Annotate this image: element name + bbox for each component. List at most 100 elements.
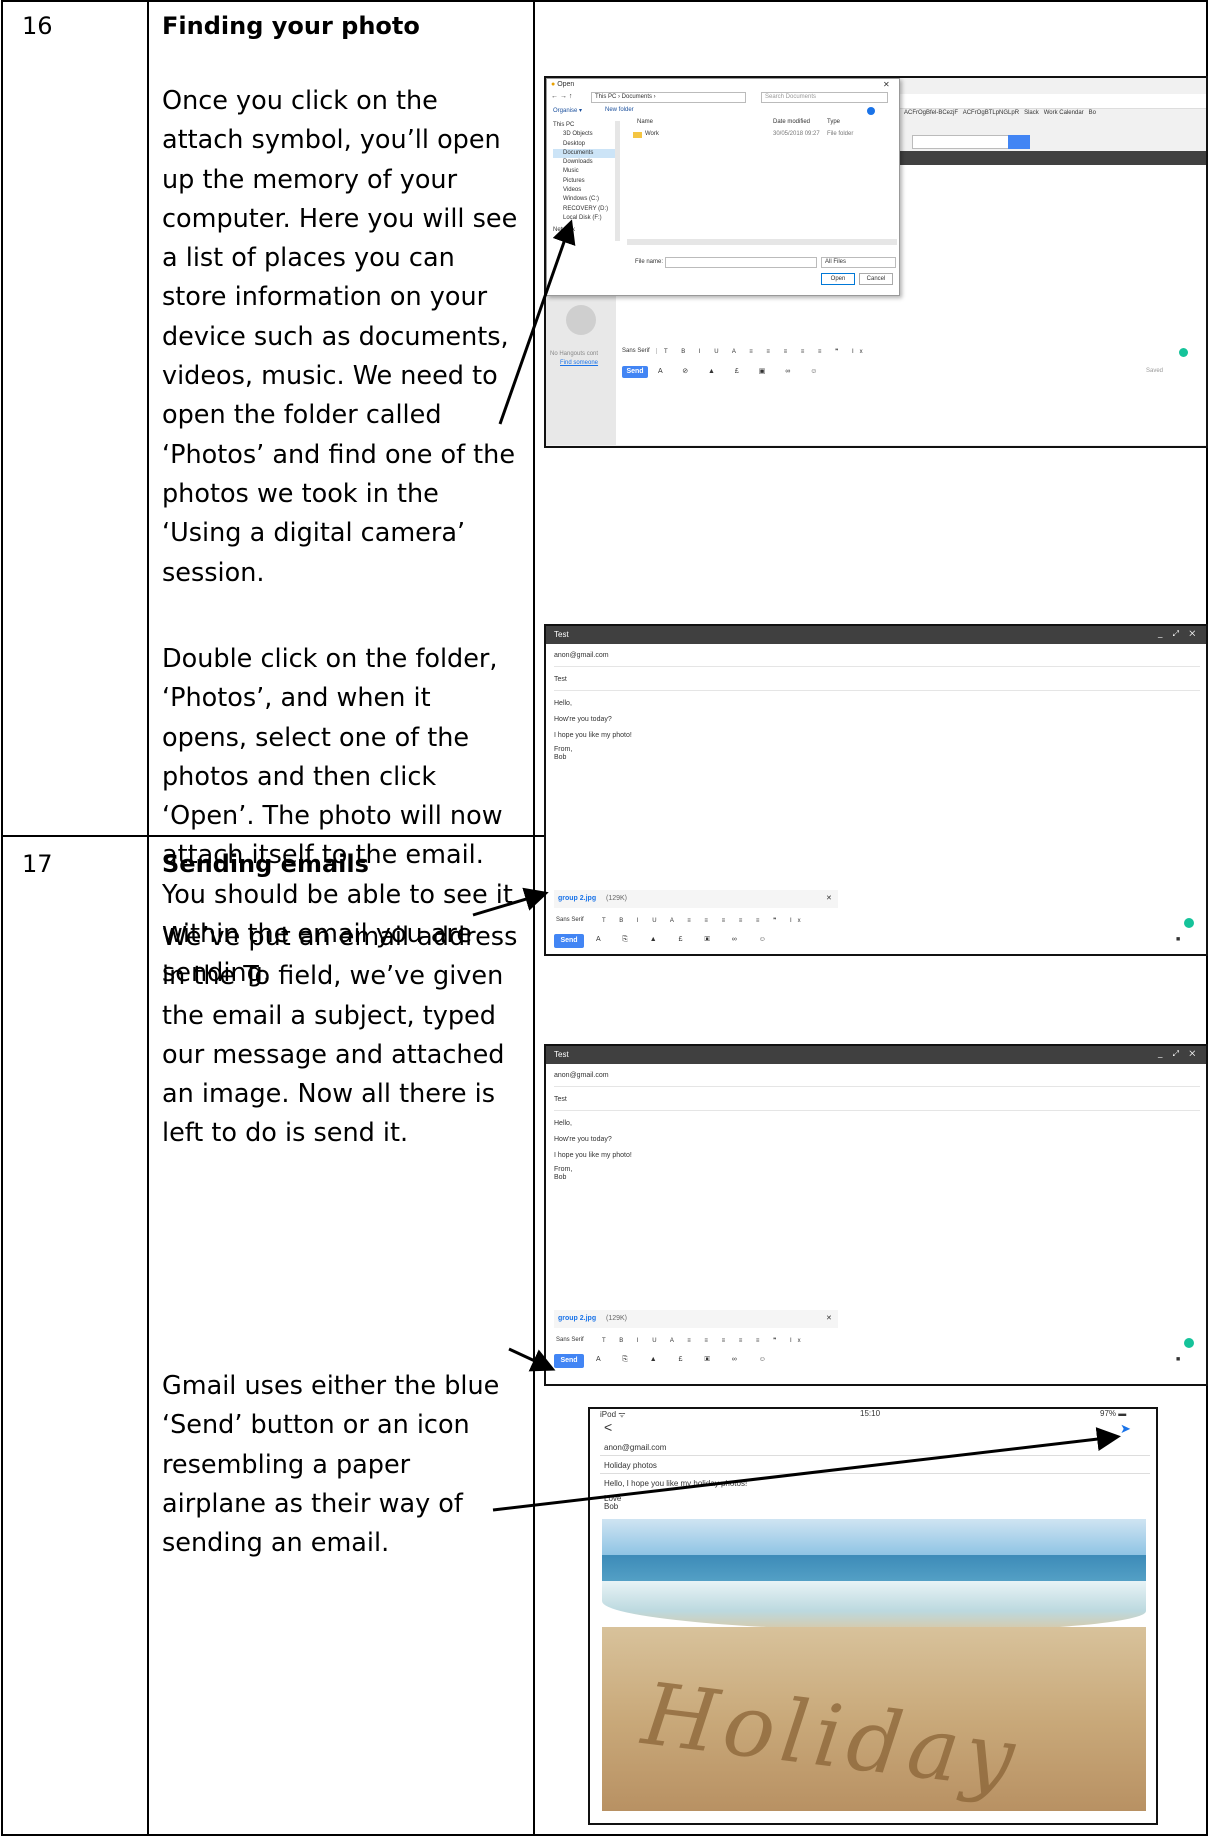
- to-field: anon@gmail.com: [604, 1443, 667, 1452]
- send-button: Send: [554, 934, 584, 948]
- new-folder-button: New folder: [605, 107, 634, 113]
- compose-titlebar: Test _ ⤢ ✕: [546, 626, 1206, 644]
- close-icon: ✕: [883, 80, 890, 89]
- font-menu: Sans Serif: [622, 348, 657, 354]
- search-mail-box: [912, 135, 1010, 149]
- file-type-filter: All Files: [821, 257, 896, 268]
- send-airplane-icon: ➤: [1120, 1421, 1131, 1436]
- step-number: 17: [22, 850, 53, 878]
- column-header-type: Type: [827, 119, 841, 125]
- attachment-size: (129K): [606, 895, 628, 902]
- col-divider-2: [533, 0, 535, 1836]
- tree-item: Downloads: [563, 159, 593, 166]
- message-body: Hello, How're you today? I hope you like…: [554, 1120, 632, 1181]
- hangouts-icon: [566, 305, 596, 335]
- subject-field: Test: [554, 1096, 567, 1103]
- instruction-paragraph: We’ve put an email address in the To fie…: [162, 922, 518, 1149]
- format-toolbar: T B I U A ≡ ≡ ≡ ≡ ≡ ❞ Ix: [602, 1338, 807, 1344]
- tree-item: Desktop: [563, 140, 586, 147]
- tree-item-selected: Documents: [553, 148, 615, 159]
- tree-item: Music: [563, 168, 579, 175]
- tree-item: Network: [553, 227, 576, 234]
- instruction-paragraph: Gmail uses either the blue ‘Send’ button…: [162, 1371, 500, 1559]
- subject-field: Holiday photos: [604, 1461, 657, 1470]
- h-scrollbar: [627, 239, 897, 245]
- table-border-top: [1, 0, 1208, 2]
- compose-titlebar: Test _ ⤢ ✕: [546, 1046, 1206, 1064]
- trash-icon: ■: [1176, 936, 1181, 943]
- instruction-paragraph: Once you click on the attach symbol, you…: [162, 86, 518, 588]
- attachment-chip: group 2.jpg (129K) ✕: [554, 890, 838, 908]
- send-button: Send: [554, 1354, 584, 1368]
- message-body: Hello, I hope you like my holiday photos…: [604, 1479, 748, 1488]
- window-controls: _ ⤢ ✕: [1158, 1049, 1200, 1058]
- hangouts-text: No Hangouts cont: [550, 351, 599, 357]
- organise-menu: Organise ▾: [553, 108, 583, 114]
- mobile-compose-screenshot: iPod ᯤ 15:10 97% ▬ < ➤ anon@gmail.com Ho…: [588, 1407, 1158, 1825]
- message-body: Hello, How're you today? I hope you like…: [554, 700, 632, 761]
- cancel-button: Cancel: [859, 273, 893, 285]
- dialog-title: ● Open: [551, 81, 575, 88]
- browser-address-bar: [896, 94, 1206, 109]
- column-header-date: Date modified: [773, 119, 811, 125]
- grammarly-icon: [1179, 348, 1188, 357]
- back-icon: <: [604, 1419, 613, 1435]
- saved-label: Saved: [1146, 368, 1164, 374]
- status-time: 15:10: [860, 1409, 881, 1418]
- bookmarks-bar: ACFrOgBfel-BCezjF ACFrOgBTLpNGLpR Slack …: [904, 110, 1097, 116]
- trash-icon: ■: [1176, 1356, 1181, 1363]
- folder-tree: This PC 3D Objects Desktop Documents Dow…: [553, 121, 615, 236]
- to-field: anon@gmail.com: [554, 1072, 609, 1079]
- open-button: Open: [821, 273, 855, 285]
- tree-item: 3D Objects: [563, 131, 593, 138]
- subject-field: Test: [554, 676, 567, 683]
- attachment-name: group 2.jpg: [558, 895, 597, 902]
- filename-label: File name:: [635, 259, 664, 265]
- open-dialog: ● Open ✕ ← → ↑ This PC › Documents › Sea…: [546, 78, 900, 296]
- tree-item: Windows (C:): [563, 196, 600, 203]
- tree-scrollbar: [615, 121, 620, 241]
- format-toolbar: T B I U A ≡ ≡ ≡ ≡ ≡ ❞ Ix: [602, 918, 807, 924]
- tree-item: This PC: [553, 122, 575, 128]
- compose-action-icons: A ⎘ ▲ £ ▣ ∞ ☺: [596, 936, 776, 943]
- folder-icon: [633, 132, 642, 138]
- attachment-name: group 2.jpg: [558, 1315, 597, 1322]
- file-row-type: File folder: [827, 131, 854, 137]
- hangouts-link: Find someone: [560, 360, 599, 366]
- window-controls: _ ⤢ ✕: [1158, 629, 1200, 638]
- to-field: anon@gmail.com: [554, 652, 609, 659]
- step-number: 16: [22, 12, 53, 40]
- column-header-name: Name: [637, 119, 654, 125]
- signature: Love Bob: [604, 1494, 622, 1511]
- font-menu: Sans Serif: [556, 917, 584, 923]
- file-row-name: Work: [645, 131, 659, 137]
- tree-item: Videos: [563, 187, 582, 194]
- filename-input: [665, 257, 817, 268]
- table-border-left: [1, 0, 3, 1836]
- attachment-chip: group 2.jpg (129K) ✕: [554, 1310, 838, 1328]
- format-toolbar: T B I U A ≡ ≡ ≡ ≡ ≡ ❞ Ix: [664, 349, 869, 355]
- compose-action-icons: A ⎘ ▲ £ ▣ ∞ ☺: [596, 1356, 776, 1363]
- compose-attachment-screenshot: Test _ ⤢ ✕ anon@gmail.com Test Hello, Ho…: [544, 624, 1208, 956]
- search-documents-input: Search Documents: [761, 92, 888, 103]
- step-title: Finding your photo: [162, 12, 420, 40]
- path-bar: This PC › Documents ›: [591, 92, 746, 103]
- search-button: [1008, 135, 1030, 149]
- file-row-date: 30/05/2018 09:27: [773, 131, 820, 137]
- step-title: Sending emails: [162, 850, 369, 878]
- attachment-size: (129K): [606, 1315, 628, 1322]
- font-menu: Sans Serif: [556, 1337, 584, 1343]
- close-icon: ✕: [826, 1315, 832, 1322]
- tree-item: RECOVERY (D:): [563, 205, 609, 212]
- nav-arrows: ← → ↑: [551, 93, 573, 100]
- compose-action-icons: A ⊘ ▲ £ ▣ ∞ ☺: [658, 368, 827, 375]
- help-icon: [867, 107, 875, 115]
- grammarly-icon: [1184, 1338, 1194, 1348]
- beach-photo: Holiday: [602, 1519, 1146, 1811]
- compose-send-screenshot: Test _ ⤢ ✕ anon@gmail.com Test Hello, Ho…: [544, 1044, 1208, 1386]
- tree-item: Pictures: [563, 177, 585, 184]
- tree-item: Local Disk (F:): [563, 214, 602, 221]
- grammarly-icon: [1184, 918, 1194, 928]
- status-battery: 97% ▬: [1100, 1409, 1127, 1418]
- col-divider-1: [147, 0, 149, 1836]
